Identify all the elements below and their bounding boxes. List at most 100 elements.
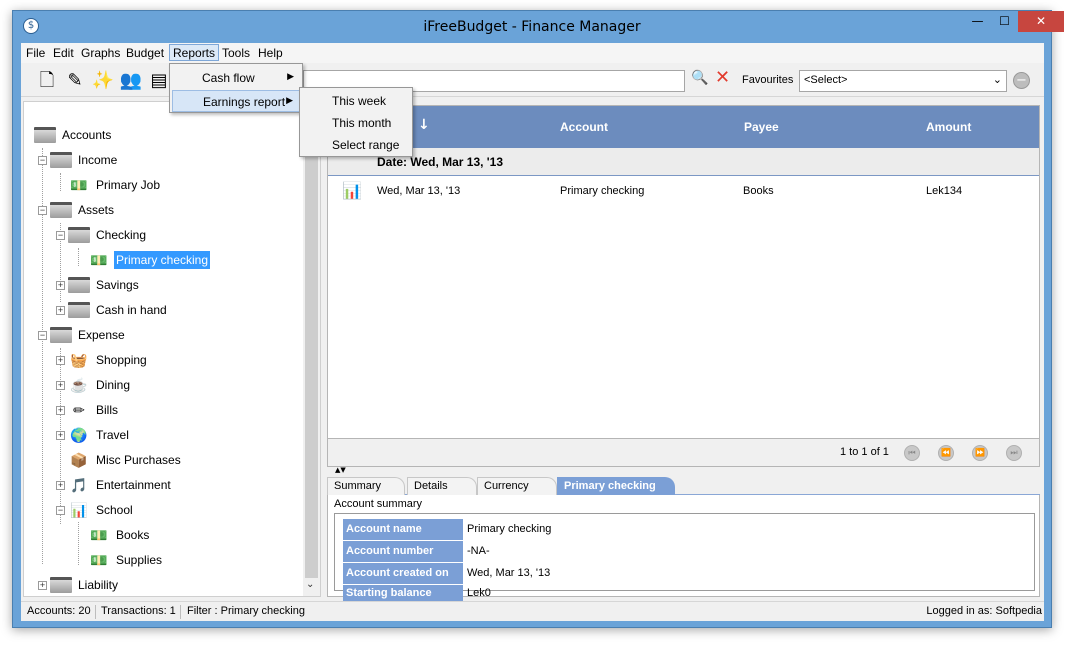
tree-node-bills[interactable]: + ✏ Bills (56, 399, 120, 421)
title-bar[interactable]: $ iFreeBudget - Finance Manager — ☐ ✕ (13, 11, 1064, 43)
tab-details[interactable]: Details (407, 477, 477, 495)
summary-value: -NA- (467, 545, 490, 557)
chevron-down-icon[interactable]: ⌄ (993, 73, 1002, 86)
summary-row: Account created on Wed, Mar 13, '13 (343, 563, 943, 585)
chevron-right-icon: ▶ (287, 71, 294, 81)
collapse-icon[interactable]: − (38, 155, 47, 165)
clear-search-icon[interactable]: ✕ (715, 67, 730, 88)
tree-node-primary-checking[interactable]: 💵 Primary checking (88, 249, 211, 271)
tree-node-supplies[interactable]: 💵 Supplies (88, 549, 164, 571)
expand-icon[interactable]: + (56, 480, 65, 490)
tree-label: Supplies (116, 553, 163, 567)
tree-node-assets[interactable]: − Assets (38, 199, 116, 221)
money-icon: 💵 (90, 552, 108, 568)
tab-currency[interactable]: Currency (477, 477, 557, 495)
tree-node-savings[interactable]: + Savings (56, 274, 141, 296)
edit-document-icon[interactable]: ✎ (63, 69, 87, 93)
menu-item-earnings-report[interactable]: Earnings report ▶ (172, 90, 300, 112)
tab-primary-checking[interactable]: Primary checking (557, 477, 675, 495)
menu-item-this-week[interactable]: This week (302, 90, 386, 112)
tree-node-primary-job[interactable]: 💵 Primary Job (68, 174, 162, 196)
expand-icon[interactable]: + (56, 305, 65, 315)
column-account[interactable]: Account (560, 120, 608, 134)
folder-icon (34, 127, 56, 143)
basket-icon: 🧺 (70, 352, 88, 368)
collapse-icon[interactable]: − (38, 205, 47, 215)
tree-node-travel[interactable]: + 🌍 Travel (56, 424, 131, 446)
menu-item-this-month[interactable]: This month (302, 112, 391, 134)
tree-node-dining[interactable]: + ☕ Dining (56, 374, 132, 396)
menu-item-label: Earnings report (203, 95, 286, 109)
summary-row: Account name Primary checking (343, 519, 943, 541)
menu-item-label: Cash flow (202, 71, 255, 85)
menu-budget[interactable]: Budget (123, 45, 167, 62)
column-amount[interactable]: Amount (926, 120, 971, 134)
tree-scrollbar[interactable]: ⌄ (303, 102, 320, 596)
menu-graphs[interactable]: Graphs (78, 45, 123, 62)
detail-tabs: Summary Details Currency Primary checkin… (327, 475, 1040, 495)
tree-label: Accounts (62, 128, 112, 142)
sort-arrow-icon[interactable]: ↓ (418, 117, 430, 133)
last-page-icon[interactable]: ⏭ (1006, 445, 1022, 461)
favourites-select[interactable]: <Select> ⌄ (799, 70, 1007, 92)
tree-node-income[interactable]: − Income (38, 149, 119, 171)
summary-key: Account number (343, 541, 463, 562)
expand-icon[interactable]: + (56, 405, 65, 415)
magic-wand-icon[interactable]: ✨ (91, 69, 115, 93)
tree-node-liability[interactable]: + Liability (38, 574, 120, 596)
scroll-thumb[interactable] (305, 112, 318, 578)
collapse-icon[interactable]: − (38, 330, 47, 340)
menu-tools[interactable]: Tools (219, 45, 253, 62)
tree-node-expense[interactable]: − Expense (38, 324, 127, 346)
group-row[interactable]: Date: Wed, Mar 13, '13 (328, 148, 1039, 176)
menu-item-cash-flow[interactable]: Cash flow ▶ (172, 67, 300, 89)
collapse-icon[interactable]: − (56, 505, 65, 515)
tree-node-misc-purchases[interactable]: 📦 Misc Purchases (56, 449, 183, 471)
menu-file[interactable]: File (23, 45, 48, 62)
expand-icon[interactable]: + (56, 280, 65, 290)
tree-label: Liability (78, 578, 119, 592)
users-icon[interactable]: 👥 (119, 69, 143, 93)
tree-node-entertainment[interactable]: + 🎵 Entertainment (56, 474, 173, 496)
remove-favourite-icon[interactable]: − (1013, 72, 1030, 89)
summary-key: Account name (343, 519, 463, 540)
tree-node-accounts[interactable]: Accounts (34, 124, 113, 146)
tree-node-cash-in-hand[interactable]: + Cash in hand (56, 299, 169, 321)
previous-page-icon[interactable]: ⏪ (938, 445, 954, 461)
grid-header: ↓ Account Payee Amount (328, 106, 1039, 148)
next-page-icon[interactable]: ⏩ (972, 445, 988, 461)
search-icon[interactable]: 🔍 (691, 70, 708, 86)
transaction-grid: ↓ Account Payee Amount Date: Wed, Mar 13… (327, 105, 1040, 439)
folder-icon (68, 302, 90, 318)
chevron-down-icon[interactable]: ⌄ (306, 579, 314, 590)
cell-date: Wed, Mar 13, '13 (377, 185, 461, 197)
summary-row: Account number -NA- (343, 541, 943, 563)
menu-edit[interactable]: Edit (50, 45, 77, 62)
tree-node-books[interactable]: 💵 Books (88, 524, 151, 546)
tree-node-school[interactable]: − 📊 School (56, 499, 135, 521)
table-row[interactable]: 📊 Wed, Mar 13, '13 Primary checking Book… (328, 176, 1039, 206)
collapse-icon[interactable]: − (56, 230, 65, 240)
favourites-value: <Select> (804, 74, 848, 86)
folder-icon (50, 202, 72, 218)
expand-icon[interactable]: + (56, 355, 65, 365)
expand-icon[interactable]: + (38, 580, 47, 590)
menu-reports[interactable]: Reports (169, 44, 220, 61)
minimize-button[interactable]: — (964, 11, 991, 32)
column-payee[interactable]: Payee (744, 120, 779, 134)
menu-help[interactable]: Help (255, 45, 286, 62)
close-button[interactable]: ✕ (1018, 11, 1064, 32)
tree-node-shopping[interactable]: + 🧺 Shopping (56, 349, 149, 371)
expand-icon[interactable]: + (56, 430, 65, 440)
tree-label: Expense (78, 328, 125, 342)
first-page-icon[interactable]: ⏮ (904, 445, 920, 461)
horizontal-splitter[interactable]: ▲▼ (327, 467, 1040, 475)
maximize-button[interactable]: ☐ (991, 11, 1018, 32)
report-icon[interactable]: ▤ (147, 69, 171, 93)
expand-icon[interactable]: + (56, 380, 65, 390)
folder-icon (68, 277, 90, 293)
new-document-icon[interactable]: 🗋 (35, 69, 59, 93)
tree-node-checking[interactable]: − Checking (56, 224, 148, 246)
tab-summary[interactable]: Summary (327, 477, 405, 495)
menu-item-select-range[interactable]: Select range (302, 134, 399, 156)
